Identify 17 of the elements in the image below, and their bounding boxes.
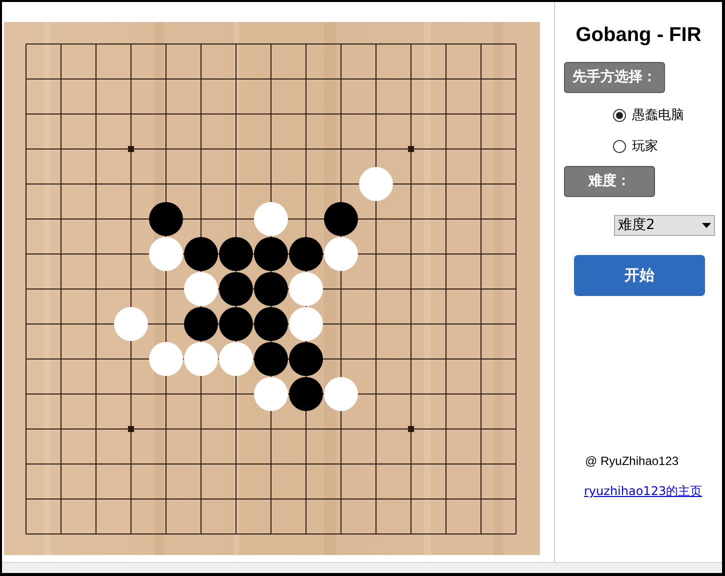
start-button[interactable]: 开始 xyxy=(574,255,705,296)
radio-button[interactable] xyxy=(613,140,626,153)
author-credit: @ RyuZhihao123 xyxy=(585,453,680,470)
radio-label[interactable]: 愚蠢电脑 xyxy=(632,106,684,126)
app-title: Gobang - FIR xyxy=(574,23,702,48)
radio-label[interactable]: 玩家 xyxy=(632,136,658,156)
dropdown-arrow-icon xyxy=(702,223,711,228)
radio-button[interactable] xyxy=(613,109,626,122)
homepage-link[interactable]: ryuzhihao123的主页 xyxy=(584,482,722,500)
difficulty-label: 难度： xyxy=(564,166,655,197)
star-point xyxy=(128,146,134,152)
star-point xyxy=(408,146,414,152)
star-point xyxy=(408,426,414,432)
first-player-label: 先手方选择： xyxy=(564,62,665,93)
dropdown-value: 难度2 xyxy=(618,216,655,235)
difficulty-dropdown[interactable]: 难度2 xyxy=(614,215,715,236)
star-point xyxy=(128,426,134,432)
